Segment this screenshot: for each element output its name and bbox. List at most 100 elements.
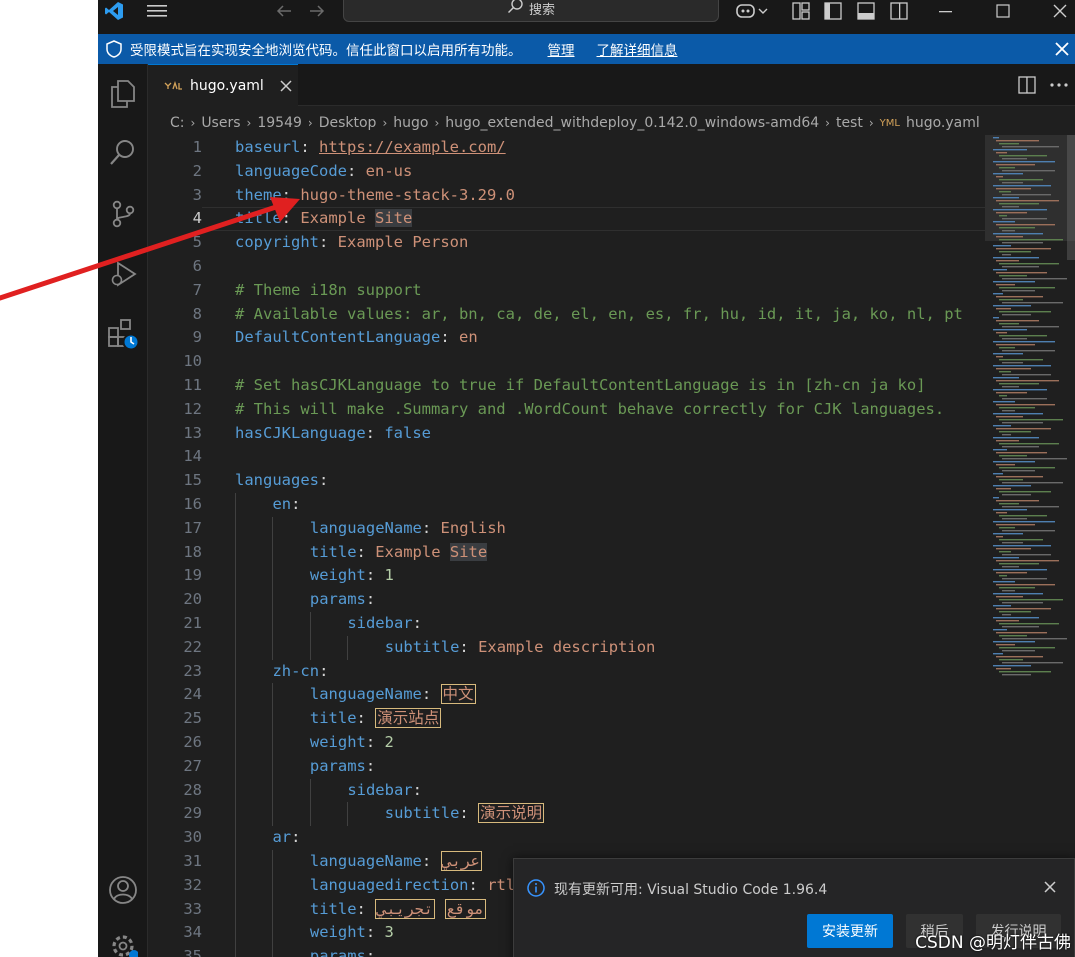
toggle-primary-sidebar-icon[interactable] — [822, 0, 844, 22]
notification-close-icon[interactable] — [1044, 881, 1056, 893]
code-line[interactable]: 26 weight: 2 — [148, 731, 985, 755]
minimap-line — [999, 575, 1007, 577]
back-arrow-icon[interactable] — [272, 0, 296, 22]
code-token: languageName — [309, 852, 422, 870]
breadcrumb-segment[interactable]: 19549 — [257, 115, 302, 131]
line-number: 4 — [192, 209, 202, 228]
source-control-icon[interactable] — [103, 194, 143, 234]
code-editor[interactable]: 1 baseurl: https://example.com/2 languageC… — [148, 135, 985, 957]
code-text: subtitle: Example description — [385, 636, 656, 660]
maximize-icon[interactable] — [991, 0, 1015, 22]
minimap[interactable] — [985, 135, 1075, 957]
minimap-line — [993, 449, 1007, 451]
close-window-icon[interactable] — [1048, 0, 1072, 22]
code-line[interactable]: 6 — [148, 255, 985, 279]
minimap-line — [996, 332, 1007, 334]
breadcrumb-segment[interactable]: test — [836, 115, 863, 131]
minimap-line — [993, 377, 1019, 379]
code-line[interactable]: 9 DefaultContentLanguage: en — [148, 326, 985, 350]
minimap-line — [999, 431, 1031, 433]
copilot-icon[interactable] — [732, 0, 772, 22]
breadcrumb-segment[interactable]: Desktop — [319, 115, 377, 131]
code-line[interactable]: 14 — [148, 445, 985, 469]
breadcrumb-segment[interactable]: hugo — [393, 115, 428, 131]
code-line[interactable]: 21 sidebar: — [148, 612, 985, 636]
info-icon — [527, 879, 545, 897]
minimap-line — [1002, 626, 1039, 628]
code-token: : — [346, 161, 366, 180]
indent-guide — [272, 635, 274, 660]
minimap-line — [1002, 602, 1043, 604]
code-line[interactable]: 8 # Available values: ar, bn, ca, de, el,… — [148, 303, 985, 327]
code-line[interactable]: 29 subtitle: 演示说明 — [148, 802, 985, 827]
indent-guide — [309, 778, 311, 803]
code-line[interactable]: 28 sidebar: — [148, 778, 985, 803]
code-line[interactable]: 25 title: 演示站点 — [148, 707, 985, 731]
search-sidebar-icon[interactable] — [103, 132, 143, 172]
minimap-line — [999, 419, 1063, 421]
line-number: 34 — [183, 923, 202, 942]
minimap-line — [996, 536, 1003, 538]
code-line[interactable]: 20 params: — [148, 588, 985, 612]
banner-close-icon[interactable] — [1055, 42, 1069, 56]
tab-close-icon[interactable] — [280, 80, 292, 92]
code-text: weight: 3 — [310, 921, 394, 945]
code-token: English — [440, 518, 506, 537]
code-line[interactable]: 4 title: Example Site — [148, 207, 985, 231]
split-editor-icon[interactable] — [1018, 76, 1036, 94]
forward-arrow-icon[interactable] — [305, 0, 329, 22]
explorer-icon[interactable] — [103, 74, 143, 114]
accounts-icon[interactable] — [103, 870, 143, 910]
toggle-secondary-sidebar-icon[interactable] — [888, 0, 910, 22]
more-actions-icon[interactable] — [1050, 83, 1068, 87]
menu-icon[interactable] — [144, 0, 170, 22]
code-line[interactable]: 16 en: — [148, 493, 985, 517]
code-line[interactable]: 17 languageName: English — [148, 516, 985, 541]
code-line[interactable]: 18 title: Example Site — [148, 540, 985, 565]
code-line[interactable]: 24 languageName: 中文 — [148, 683, 985, 708]
install-update-button[interactable]: 安装更新 — [807, 914, 893, 948]
banner-learn-more-link[interactable]: 了解详细信息 — [597, 39, 678, 59]
code-line[interactable]: 22 subtitle: Example description — [148, 635, 985, 660]
minimap-line — [999, 395, 1007, 397]
code-line[interactable]: 11 # Set hasCJKLanguage to true if Defaul… — [148, 374, 985, 398]
code-line[interactable]: 3 theme: hugo-theme-stack-3.29.0 — [148, 184, 985, 208]
minimap-line — [1002, 398, 1047, 400]
code-line[interactable]: 2 languageCode: en-us — [148, 160, 985, 184]
breadcrumb-segment[interactable]: Users — [201, 115, 240, 131]
breadcrumb-segment[interactable]: hugo.yaml — [906, 115, 980, 131]
code-line[interactable]: 1 baseurl: https://example.com/ — [148, 136, 985, 160]
tab-hugo-yaml[interactable]: hugo.yaml — [148, 64, 298, 107]
indent-guide — [272, 802, 274, 827]
customize-layout-icon[interactable] — [790, 0, 812, 22]
minimap-line — [993, 281, 1035, 283]
code-line[interactable]: 7 # Theme i18n support — [148, 279, 985, 303]
code-line[interactable]: 19 weight: 1 — [148, 564, 985, 589]
minimap-line — [996, 668, 1011, 670]
breadcrumb-segment[interactable]: hugo_extended_withdeploy_0.142.0_windows… — [445, 115, 819, 131]
code-text: title: Example Site — [310, 541, 488, 565]
code-line[interactable]: 27 params: — [148, 754, 985, 779]
editor-tab-bar: hugo.yaml — [148, 64, 1075, 107]
run-and-debug-icon[interactable] — [103, 254, 143, 294]
banner-manage-link[interactable]: 管理 — [548, 39, 575, 59]
breadcrumb-segment[interactable]: C: — [170, 115, 185, 131]
chevron-right-icon: › — [868, 116, 874, 130]
manage-gear-icon[interactable] — [103, 926, 143, 957]
toggle-panel-icon[interactable] — [855, 0, 877, 22]
extensions-icon[interactable] — [103, 314, 143, 354]
indent-guide — [272, 683, 274, 708]
code-line[interactable]: 10 — [148, 350, 985, 374]
minimize-icon[interactable] — [934, 0, 958, 22]
vertical-scrollbar[interactable] — [1067, 135, 1075, 260]
minimap-line — [993, 653, 1003, 655]
code-line[interactable]: 30 ar: — [148, 826, 985, 850]
code-line[interactable]: 5 copyright: Example Person — [148, 231, 985, 255]
code-line[interactable]: 13 hasCJKLanguage: false — [148, 422, 985, 446]
code-line[interactable]: 12 # This will make .Summary and .WordCou… — [148, 398, 985, 422]
command-center-search[interactable]: 搜索 — [343, 0, 719, 22]
line-number: 10 — [183, 352, 202, 371]
code-line[interactable]: 23 zh-cn: — [148, 659, 985, 684]
code-line[interactable]: 15 languages: — [148, 469, 985, 493]
